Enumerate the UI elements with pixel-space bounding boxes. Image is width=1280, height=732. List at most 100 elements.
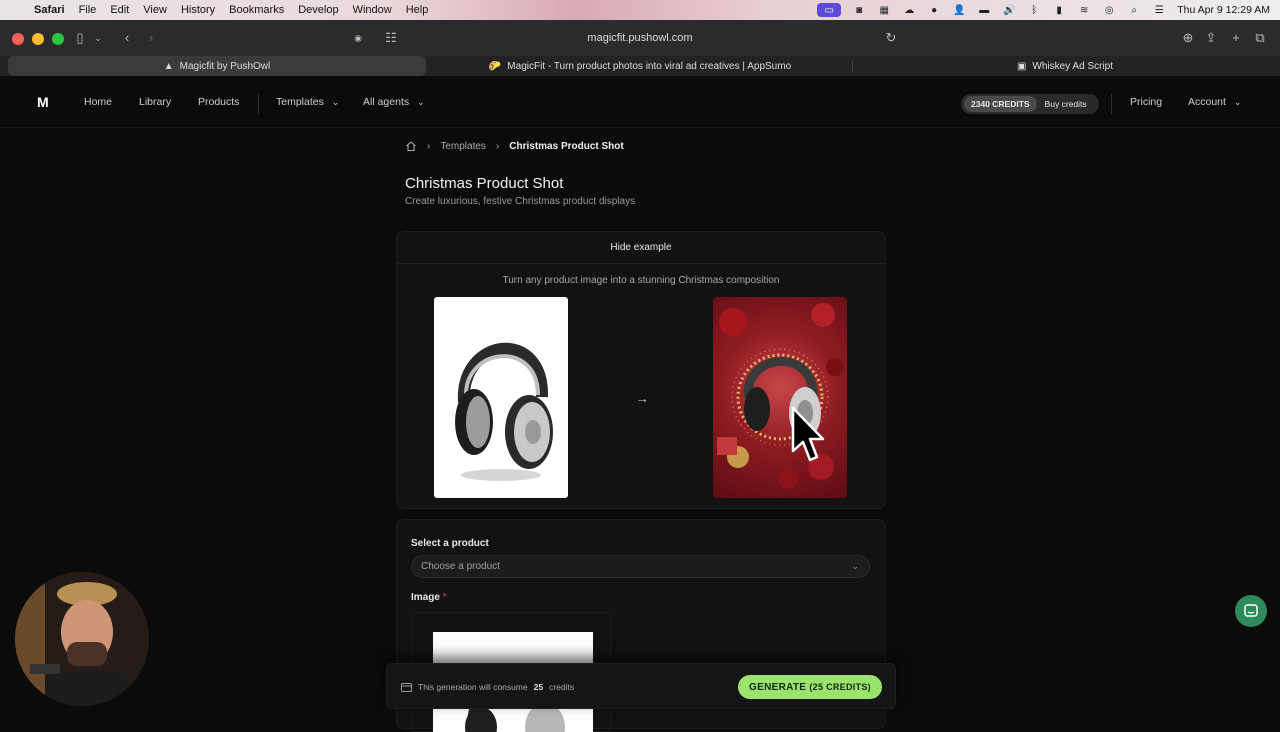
taco-favicon-icon: 🌮 bbox=[488, 60, 502, 72]
back-icon[interactable]: ‹ bbox=[117, 29, 137, 47]
circle-app-icon[interactable]: ● bbox=[927, 4, 941, 16]
buy-credits-button[interactable]: Buy credits bbox=[1045, 99, 1087, 109]
share-icon[interactable]: ⇪ bbox=[1201, 29, 1221, 47]
search-icon[interactable]: ⌕ bbox=[1127, 4, 1141, 16]
christmas-headphones-icon bbox=[717, 303, 844, 489]
screen-record-icon[interactable]: ▭ bbox=[817, 3, 842, 17]
breadcrumb-templates[interactable]: Templates bbox=[440, 141, 486, 152]
menu-develop[interactable]: Develop bbox=[298, 4, 338, 16]
volume-icon[interactable]: 🔊 bbox=[1002, 4, 1016, 16]
nav-all-agents-label: All agents bbox=[363, 96, 410, 108]
tab-whiskey[interactable]: ▣ Whiskey Ad Script bbox=[855, 56, 1275, 76]
tab-label: Whiskey Ad Script bbox=[1032, 60, 1114, 72]
menu-bookmarks[interactable]: Bookmarks bbox=[229, 4, 284, 16]
browser-toolbar: ▯ ⌄ ‹ › ◉ ☷ magicfit.pushowl.com ↻ ⊕ ⇪ +… bbox=[0, 20, 1280, 56]
zoom-window-button[interactable] bbox=[52, 33, 64, 45]
menu-window[interactable]: Window bbox=[353, 4, 392, 16]
menu-view[interactable]: View bbox=[143, 4, 167, 16]
siri-icon[interactable]: ◎ bbox=[1102, 4, 1116, 16]
menu-file[interactable]: File bbox=[79, 4, 97, 16]
generate-button-label: GENERATE bbox=[749, 682, 807, 693]
product-select-placeholder: Choose a product bbox=[421, 561, 500, 572]
select-product-label: Select a product bbox=[411, 538, 489, 549]
reload-icon[interactable]: ↻ bbox=[881, 29, 901, 47]
nav-templates-label: Templates bbox=[276, 96, 324, 108]
page-subtitle: Create luxurious, festive Christmas prod… bbox=[405, 196, 636, 207]
download-icon[interactable]: ⊕ bbox=[1178, 29, 1198, 47]
macos-menubar: Safari File Edit View History Bookmarks … bbox=[0, 0, 1280, 20]
cloud-icon[interactable]: ☁ bbox=[902, 4, 916, 16]
required-mark: * bbox=[442, 592, 447, 603]
hide-example-button[interactable]: Hide example bbox=[397, 232, 885, 264]
user-icon[interactable]: 👤 bbox=[952, 4, 966, 16]
mouse-cursor-icon bbox=[791, 406, 825, 462]
generate-bar: This generation will consume 25 credits … bbox=[386, 663, 896, 709]
chevron-down-icon[interactable]: ⌄ bbox=[88, 29, 108, 47]
nav-home[interactable]: Home bbox=[84, 96, 112, 108]
menu-history[interactable]: History bbox=[181, 4, 215, 16]
page-title: Christmas Product Shot bbox=[405, 175, 564, 192]
chevron-down-icon: ⌄ bbox=[331, 97, 340, 107]
menu-help[interactable]: Help bbox=[406, 4, 429, 16]
app-favicon-icon: ▲ bbox=[163, 60, 174, 72]
address-bar[interactable]: magicfit.pushowl.com bbox=[545, 29, 735, 47]
generate-button-credits: (25 CREDITS) bbox=[809, 682, 871, 692]
tab-divider bbox=[852, 60, 853, 72]
headphones-icon bbox=[455, 342, 553, 481]
support-chat-button[interactable] bbox=[1235, 595, 1267, 627]
menu-edit[interactable]: Edit bbox=[110, 4, 129, 16]
nav-all-agents[interactable]: All agents ⌄ bbox=[363, 96, 425, 108]
battery-icon[interactable]: ▮ bbox=[1052, 4, 1066, 16]
generate-button[interactable]: GENERATE (25 CREDITS) bbox=[738, 675, 882, 699]
reader-icon[interactable]: ☷ bbox=[381, 29, 401, 47]
breadcrumb-current: Christmas Product Shot bbox=[509, 140, 624, 152]
tab-label: Magicfit by PushOwl bbox=[179, 60, 271, 72]
example-after-image bbox=[713, 297, 847, 498]
magicfit-logo[interactable]: M bbox=[37, 94, 55, 112]
credits-badge: 2340 CREDITS bbox=[964, 96, 1037, 112]
product-select[interactable]: Choose a product ⌄ bbox=[411, 555, 870, 578]
nav-divider bbox=[258, 94, 259, 114]
minimize-window-button[interactable] bbox=[32, 33, 44, 45]
chevron-down-icon: ⌄ bbox=[1233, 97, 1242, 107]
nav-account-label: Account bbox=[1188, 96, 1226, 108]
menu-app-name[interactable]: Safari bbox=[34, 4, 65, 16]
webcam-overlay bbox=[15, 572, 149, 706]
nav-products[interactable]: Products bbox=[198, 96, 239, 108]
home-icon[interactable] bbox=[405, 140, 417, 152]
new-tab-icon[interactable]: + bbox=[1226, 29, 1246, 47]
tab-bar: ▲ Magicfit by PushOwl 🌮 MagicFit - Turn … bbox=[0, 56, 1280, 76]
card-icon bbox=[401, 682, 412, 692]
extension-icon[interactable]: ◉ bbox=[348, 29, 368, 47]
window-icon[interactable]: ▬ bbox=[977, 4, 991, 16]
credit-cost-amount: 25 bbox=[533, 682, 544, 692]
wifi-icon[interactable]: ≋ bbox=[1077, 4, 1091, 16]
bluetooth-icon[interactable]: ᛒ bbox=[1027, 4, 1041, 16]
nav-pricing[interactable]: Pricing bbox=[1130, 96, 1162, 108]
grid-icon[interactable]: ▦ bbox=[877, 4, 891, 16]
presenter-video-icon bbox=[15, 572, 149, 706]
tab-label: MagicFit - Turn product photos into vira… bbox=[507, 60, 792, 72]
app-status-icon[interactable]: ◙ bbox=[852, 4, 866, 16]
arrow-right-icon: → bbox=[635, 390, 649, 406]
menubar-clock[interactable]: Thu Apr 9 12:29 AM bbox=[1177, 4, 1270, 16]
image-label-text: Image bbox=[411, 592, 440, 603]
close-window-button[interactable] bbox=[12, 33, 24, 45]
doc-favicon-icon: ▣ bbox=[1016, 60, 1027, 72]
tab-overview-icon[interactable]: ⧉ bbox=[1250, 29, 1270, 47]
example-caption: Turn any product image into a stunning C… bbox=[502, 275, 780, 286]
example-card: Hide example Turn any product image into… bbox=[396, 231, 886, 509]
example-before-image bbox=[434, 297, 568, 498]
breadcrumb: › Templates › Christmas Product Shot bbox=[405, 139, 624, 153]
credits-widget: 2340 CREDITS Buy credits bbox=[961, 94, 1099, 114]
tab-appsumo[interactable]: 🌮 MagicFit - Turn product photos into vi… bbox=[430, 56, 850, 76]
control-center-icon[interactable]: ☰ bbox=[1152, 4, 1166, 16]
nav-account[interactable]: Account ⌄ bbox=[1188, 96, 1241, 108]
forward-icon[interactable]: › bbox=[141, 29, 161, 47]
breadcrumb-separator-icon: › bbox=[427, 140, 431, 152]
nav-templates[interactable]: Templates ⌄ bbox=[276, 96, 339, 108]
nav-library[interactable]: Library bbox=[139, 96, 171, 108]
tab-magicfit[interactable]: ▲ Magicfit by PushOwl bbox=[8, 56, 426, 76]
sidebar-icon[interactable]: ▯ bbox=[70, 29, 90, 47]
nav-divider bbox=[1111, 94, 1112, 114]
